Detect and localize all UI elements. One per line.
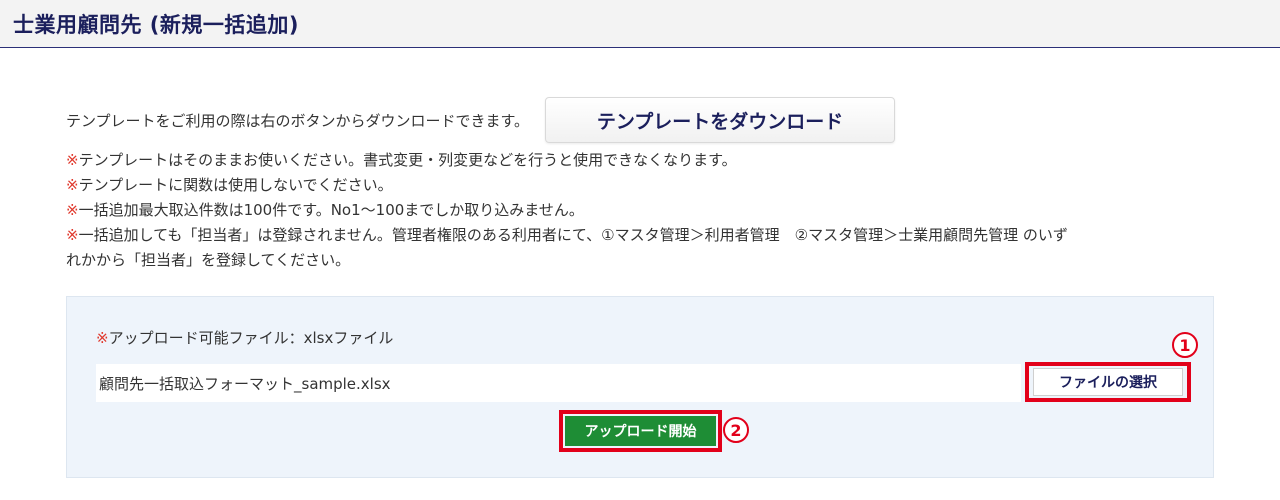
note-text: テンプレートに関数は使用しないでください。 [78, 176, 393, 194]
allowed-file-text: ※アップロード可能ファイル：xlsxファイル [96, 327, 393, 348]
file-name-field[interactable] [96, 364, 1021, 402]
note-item: ※テンプレートに関数は使用しないでください。 [66, 173, 1226, 198]
note-marker: ※ [66, 176, 79, 194]
note-text: 一括追加しても「担当者」は登録されません。管理者権限のある利用者にて、①マスタ管… [78, 226, 1068, 244]
note-marker: ※ [66, 151, 79, 169]
note-text-continued: れかから「担当者」を登録してください。 [66, 251, 351, 269]
note-marker: ※ [66, 226, 79, 244]
allowed-file-label: アップロード可能ファイル：xlsxファイル [108, 329, 394, 347]
choose-file-button[interactable]: ファイルの選択 [1033, 368, 1183, 396]
note-text: 一括追加最大取込件数は100件です。No1～100までしか取り込みません。 [78, 201, 584, 219]
step-1-badge: 1 [1172, 332, 1198, 358]
download-template-button[interactable]: テンプレートをダウンロード [545, 97, 896, 143]
step-2-badge: 2 [723, 417, 749, 443]
template-intro-text: テンプレートをご利用の際は右のボタンからダウンロードできます。 [66, 111, 530, 130]
note-text: テンプレートはそのままお使いください。書式変更・列変更などを行うと使用できなくな… [78, 151, 737, 169]
choose-file-highlight: ファイルの選択 [1025, 362, 1191, 402]
note-item: ※一括追加しても「担当者」は登録されません。管理者権限のある利用者にて、①マスタ… [66, 223, 1226, 273]
note-marker: ※ [66, 201, 79, 219]
upload-panel: ※アップロード可能ファイル：xlsxファイル 1 ファイルの選択 アップロード開… [66, 296, 1214, 478]
template-download-row: テンプレートをご利用の際は右のボタンからダウンロードできます。 テンプレートをダ… [66, 96, 896, 144]
start-upload-button[interactable]: アップロード開始 [565, 416, 716, 446]
note-item: ※テンプレートはそのままお使いください。書式変更・列変更などを行うと使用できなく… [66, 148, 1226, 173]
page-title: 士業用顧問先 (新規一括追加) [13, 13, 300, 37]
allowed-marker: ※ [96, 329, 109, 347]
note-item: ※一括追加最大取込件数は100件です。No1～100までしか取り込みません。 [66, 198, 1226, 223]
start-upload-highlight: アップロード開始 [559, 410, 722, 452]
notes-list: ※テンプレートはそのままお使いください。書式変更・列変更などを行うと使用できなく… [66, 148, 1226, 273]
page-header: 士業用顧問先 (新規一括追加) [0, 0, 1280, 48]
